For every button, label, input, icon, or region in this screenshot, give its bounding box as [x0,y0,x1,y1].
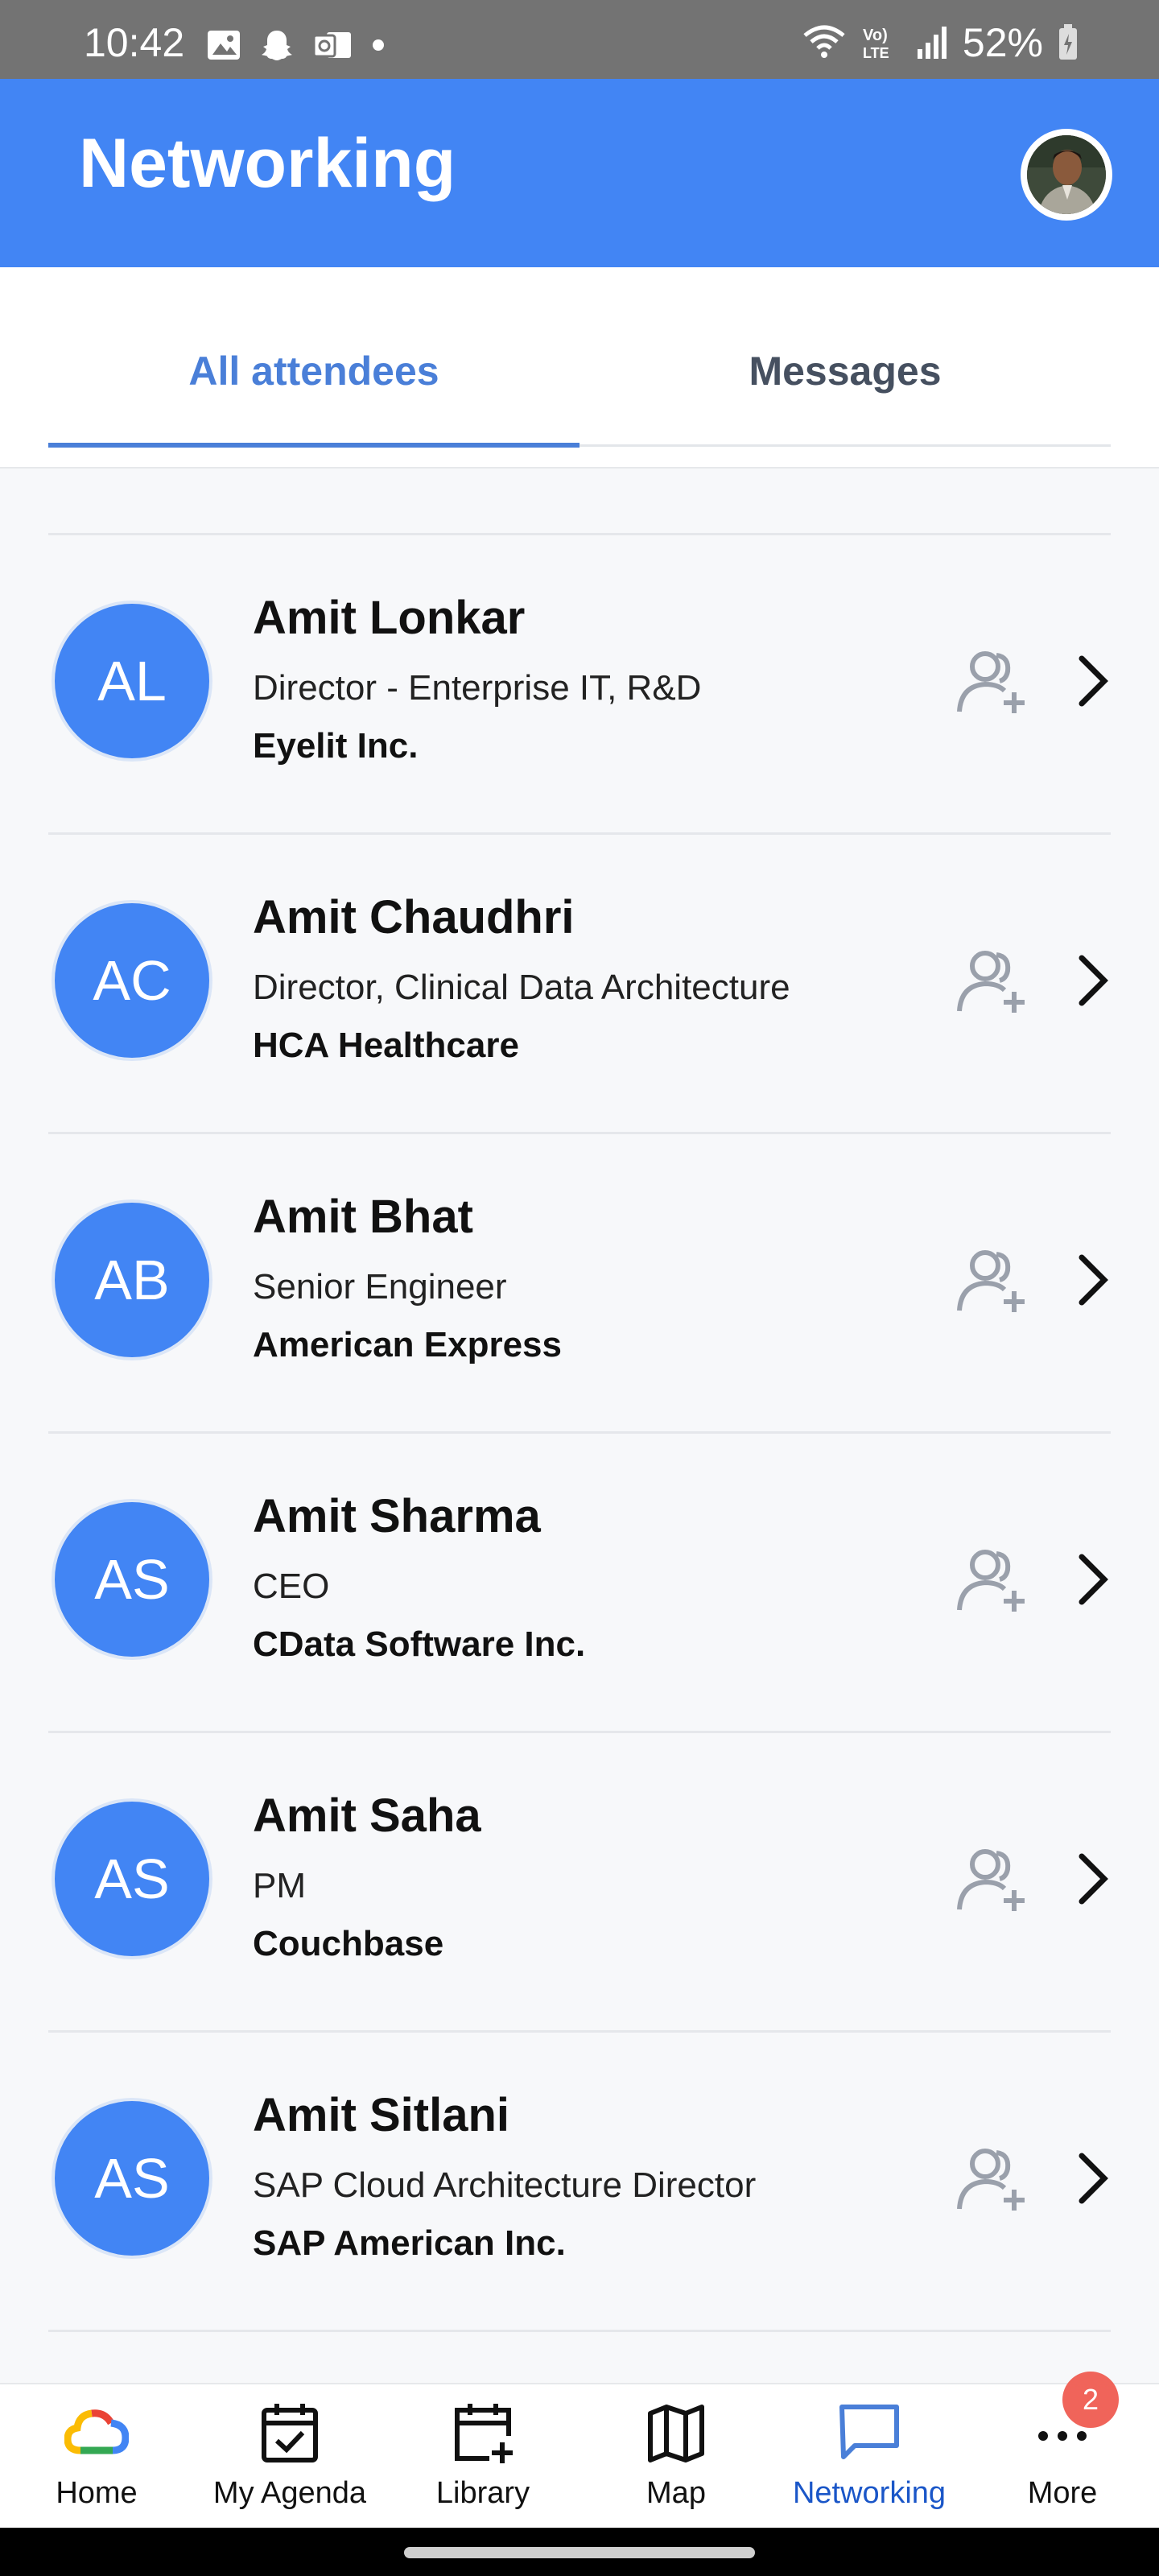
attendee-row[interactable]: AS Amit Saha PM Couchbase [0,1732,1159,2030]
add-contact-icon[interactable] [955,1546,1030,1613]
attendee-avatar: AS [52,1798,212,1959]
google-cloud-icon [64,2409,129,2454]
chevron-right-icon[interactable] [1070,654,1116,708]
attendee-company: SAP American Inc. [253,2223,566,2263]
calendar-check-icon [262,2404,318,2462]
attendee-row[interactable]: AS Amit Sitlani SAP Cloud Architecture D… [0,2032,1159,2330]
wifi-icon [803,25,845,58]
chevron-right-icon[interactable] [1070,2151,1116,2206]
nav-label: Networking [792,2476,947,2510]
chevron-right-icon[interactable] [1070,953,1116,1008]
nav-networking[interactable]: Networking [773,2401,966,2521]
outlook-icon [312,32,351,58]
attendee-row[interactable]: AS Amit Sharma CEO CData Software Inc. [0,1433,1159,1731]
status-right: Vo) LTE 52% [802,19,1079,66]
attendee-avatar: AS [52,1499,212,1660]
status-notification-icons [206,27,386,63]
add-contact-icon[interactable] [955,1246,1030,1314]
app-header: Networking [0,79,1159,267]
add-contact-icon[interactable] [955,947,1030,1014]
tab-messages[interactable]: Messages [580,348,1111,394]
chevron-right-icon[interactable] [1070,1552,1116,1607]
attendee-company: Eyelit Inc. [253,726,419,766]
nav-label: My Agenda [212,2476,367,2510]
svg-text:LTE: LTE [863,45,889,61]
add-contact-icon[interactable] [955,2145,1030,2212]
attendee-row[interactable]: AC Amit Chaudhri Director, Clinical Data… [0,834,1159,1132]
chevron-right-icon[interactable] [1070,1253,1116,1307]
attendee-company: HCA Healthcare [253,1026,519,1065]
notification-badge: 2 [1062,2372,1119,2428]
nav-label: Map [646,2476,706,2510]
attendee-name: Amit Lonkar [253,592,526,644]
attendee-list[interactable]: AL Amit Lonkar Director - Enterprise IT,… [0,469,1159,2383]
nav-label: Library [435,2476,530,2510]
calendar-plus-icon [455,2404,513,2463]
attendee-title: SAP Cloud Architecture Director [253,2165,757,2205]
attendee-row[interactable]: AL Amit Lonkar Director - Enterprise IT,… [0,535,1159,832]
attendee-title: Director - Enterprise IT, R&D [253,668,702,708]
nav-more[interactable]: More [966,2401,1159,2521]
svg-text:Vo): Vo) [863,27,888,44]
battery-icon [1059,24,1077,60]
system-gesture-area [0,2528,1159,2576]
attendee-title: CEO [253,1567,330,1606]
chevron-right-icon[interactable] [1070,1852,1116,1906]
status-bar: 10:42 Vo) LTE 52% [0,0,1159,79]
add-contact-icon[interactable] [955,1845,1030,1913]
tab-bar: All attendees Messages [0,267,1159,469]
attendee-name: Amit Sitlani [253,2089,510,2141]
attendee-avatar: AL [52,601,212,762]
home-gesture-handle[interactable] [404,2547,755,2558]
status-time: 10:42 [84,20,185,65]
tab-all-attendees[interactable]: All attendees [48,348,580,394]
nav-home[interactable]: Home [0,2401,193,2521]
map-icon [648,2405,704,2462]
nav-label: More [1027,2476,1098,2510]
attendee-avatar: AS [52,2098,212,2259]
bottom-nav: Home My Agenda Library Map Networking Mo… [0,2383,1159,2528]
add-contact-icon[interactable] [955,647,1030,715]
attendee-avatar: AB [52,1199,212,1360]
image-icon [208,31,240,60]
profile-avatar[interactable] [1021,129,1112,221]
snapchat-icon [262,31,292,60]
signal-icon [917,27,947,59]
profile-photo [1027,135,1106,214]
row-divider [48,2330,1111,2332]
attendee-company: CData Software Inc. [253,1624,586,1664]
attendee-name: Amit Bhat [253,1191,473,1243]
attendee-row[interactable]: AB Amit Bhat Senior Engineer American Ex… [0,1133,1159,1431]
attendee-title: PM [253,1866,306,1905]
volte-icon: Vo) LTE [863,27,889,61]
page-title: Networking [79,125,456,202]
nav-my-agenda[interactable]: My Agenda [193,2401,386,2521]
attendee-title: Senior Engineer [253,1267,507,1307]
attendee-title: Director, Clinical Data Architecture [253,968,790,1007]
nav-map[interactable]: Map [580,2401,773,2521]
nav-label: Home [56,2476,138,2510]
attendee-name: Amit Saha [253,1790,481,1842]
attendee-avatar: AC [52,900,212,1061]
chat-icon [839,2405,899,2459]
attendee-company: Couchbase [253,1924,444,1963]
dot-icon [373,39,384,51]
attendee-name: Amit Sharma [253,1490,541,1542]
attendee-name: Amit Chaudhri [253,891,575,943]
battery-percent: 52% [962,20,1043,65]
attendee-company: American Express [253,1325,562,1364]
nav-library[interactable]: Library [386,2401,580,2521]
tab-active-indicator [48,443,580,448]
